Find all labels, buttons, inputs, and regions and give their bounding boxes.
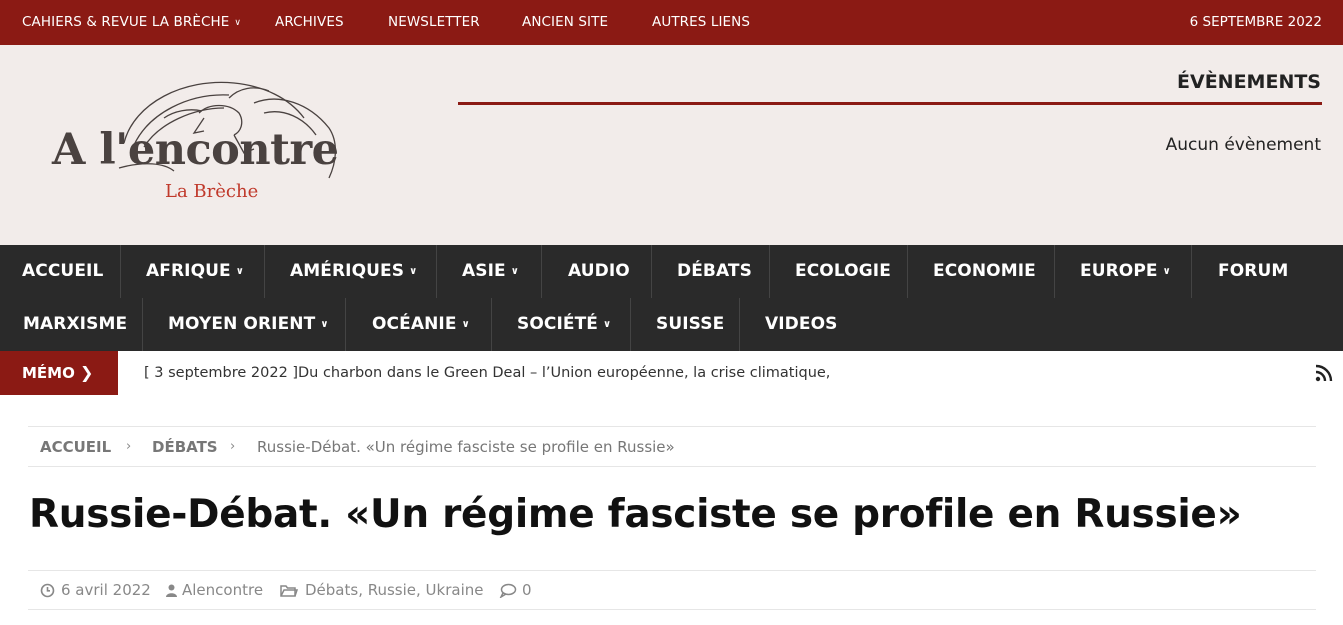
- post-comments-count[interactable]: 0: [522, 571, 532, 609]
- chevron-right-icon: ›: [230, 439, 236, 454]
- breadcrumb-home-link[interactable]: ACCUEIL: [40, 427, 111, 467]
- nav-item-debats[interactable]: DÉBATS: [677, 245, 752, 298]
- memo-date: [ 3 septembre 2022 ]: [144, 365, 299, 381]
- rss-icon[interactable]: [1315, 364, 1333, 382]
- site-logo[interactable]: A l'encontre La Brèche: [44, 73, 384, 213]
- divider: [651, 245, 652, 298]
- logo-title: A l'encontre: [52, 125, 339, 175]
- post-categories-link[interactable]: Débats, Russie, Ukraine: [305, 571, 483, 609]
- nav-item-forum[interactable]: FORUM: [1218, 245, 1288, 298]
- topbar-item-label: AUTRES LIENS: [652, 14, 751, 30]
- nav-item-label: ECONOMIE: [933, 261, 1036, 281]
- divider: [142, 298, 143, 351]
- topbar-item-label: ANCIEN SITE: [522, 14, 609, 30]
- topbar-item-ancien-site[interactable]: ANCIEN SITE: [522, 0, 608, 45]
- divider: [1054, 245, 1055, 298]
- divider: [739, 298, 740, 351]
- divider: [458, 102, 1322, 105]
- nav-item-label: DÉBATS: [677, 261, 752, 281]
- divider: [28, 609, 1316, 610]
- clock-icon: [40, 583, 55, 598]
- topbar-item-label: NEWSLETTER: [388, 14, 480, 30]
- nav-item-economie[interactable]: ECONOMIE: [933, 245, 1036, 298]
- nav-item-audio[interactable]: AUDIO: [568, 245, 630, 298]
- nav-item-afrique[interactable]: AFRIQUE ∨: [146, 245, 244, 298]
- nav-item-label: MARXISME: [23, 314, 128, 334]
- nav-item-label: VIDEOS: [765, 314, 838, 334]
- topbar-item-newsletter[interactable]: NEWSLETTER: [388, 0, 480, 45]
- nav-item-moyen-orient[interactable]: MOYEN ORIENT ∨: [168, 298, 329, 351]
- topbar-item-archives[interactable]: ARCHIVES: [275, 0, 344, 45]
- topbar-item-label: CAHIERS & REVUE LA BRÈCHE: [22, 14, 230, 30]
- topbar-item-label: ARCHIVES: [275, 14, 344, 30]
- topbar-item-cahiers[interactable]: CAHIERS & REVUE LA BRÈCHE ∨: [22, 0, 241, 45]
- breadcrumb-category-link[interactable]: DÉBATS: [152, 427, 218, 467]
- post-author-link[interactable]: Alencontre: [182, 571, 263, 609]
- nav-item-europe[interactable]: EUROPE ∨: [1080, 245, 1171, 298]
- logo-subtitle: La Brèche: [165, 181, 259, 202]
- divider: [436, 245, 437, 298]
- nav-item-label: SUISSE: [656, 314, 725, 334]
- chevron-right-icon: ›: [126, 439, 132, 454]
- chevron-right-icon: ❯: [80, 363, 94, 382]
- main-navigation: ACCUEIL AFRIQUE ∨ AMÉRIQUES ∨ ASIE ∨ AUDIO …: [0, 245, 1343, 351]
- current-date: 6 SEPTEMBRE 2022: [1189, 14, 1322, 30]
- divider: [345, 298, 346, 351]
- chevron-down-icon: ∨: [461, 319, 470, 330]
- nav-item-asie[interactable]: ASIE ∨: [462, 245, 519, 298]
- nav-item-label: SOCIÉTÉ: [517, 314, 599, 334]
- divider: [769, 245, 770, 298]
- chevron-down-icon: ∨: [510, 266, 519, 277]
- nav-item-label: AFRIQUE: [146, 261, 231, 281]
- nav-item-label: MOYEN ORIENT: [168, 314, 316, 334]
- comment-icon: [499, 583, 517, 598]
- chevron-down-icon: ∨: [409, 266, 418, 277]
- memo-label-text: MÉMO: [22, 364, 75, 382]
- nav-item-suisse[interactable]: SUISSE: [656, 298, 724, 351]
- nav-item-label: ACCUEIL: [22, 261, 104, 281]
- memo-ticker: MÉMO ❯ [ 3 septembre 2022 ] Du charbon d…: [0, 351, 1343, 395]
- divider: [264, 245, 265, 298]
- topbar-item-autres-liens[interactable]: AUTRES LIENS: [652, 0, 750, 45]
- memo-headline-link[interactable]: Du charbon dans le Green Deal – l’Union …: [298, 351, 830, 395]
- chevron-down-icon: ∨: [320, 319, 329, 330]
- nav-item-label: ECOLOGIE: [795, 261, 891, 281]
- events-heading: ÉVÈNEMENTS: [1177, 71, 1321, 93]
- events-empty-text: Aucun évènement: [1165, 135, 1321, 155]
- post-date[interactable]: 6 avril 2022: [61, 571, 151, 609]
- nav-item-label: OCÉANIE: [372, 314, 457, 334]
- memo-label: MÉMO ❯: [0, 351, 118, 395]
- divider: [541, 245, 542, 298]
- nav-item-ameriques[interactable]: AMÉRIQUES ∨: [290, 245, 417, 298]
- divider: [28, 466, 1316, 467]
- nav-item-label: AUDIO: [568, 261, 630, 281]
- nav-item-videos[interactable]: VIDEOS: [765, 298, 838, 351]
- nav-item-oceanie[interactable]: OCÉANIE ∨: [372, 298, 470, 351]
- user-icon: [166, 584, 177, 597]
- chevron-down-icon: ∨: [603, 319, 612, 330]
- nav-item-label: EUROPE: [1080, 261, 1158, 281]
- top-bar: CAHIERS & REVUE LA BRÈCHE ∨ ARCHIVES NEWS…: [0, 0, 1343, 45]
- nav-item-accueil[interactable]: ACCUEIL: [22, 245, 103, 298]
- nav-item-societe[interactable]: SOCIÉTÉ ∨: [517, 298, 611, 351]
- nav-item-label: AMÉRIQUES: [290, 261, 405, 281]
- chevron-down-icon: ∨: [1162, 266, 1171, 277]
- divider: [1191, 245, 1192, 298]
- nav-item-label: FORUM: [1218, 261, 1289, 281]
- divider: [907, 245, 908, 298]
- divider: [120, 245, 121, 298]
- site-header: A l'encontre La Brèche ÉVÈNEMENTS Aucun …: [0, 45, 1343, 245]
- nav-item-label: ASIE: [462, 261, 506, 281]
- breadcrumb-current: Russie-Débat. «Un régime fasciste se pro…: [257, 438, 675, 456]
- nav-item-marxisme[interactable]: MARXISME: [23, 298, 127, 351]
- divider: [630, 298, 631, 351]
- page-title: Russie-Débat. «Un régime fasciste se pro…: [29, 492, 1242, 537]
- divider: [491, 298, 492, 351]
- nav-item-ecologie[interactable]: ECOLOGIE: [795, 245, 891, 298]
- chevron-down-icon: ∨: [234, 18, 242, 28]
- chevron-down-icon: ∨: [235, 266, 244, 277]
- folder-icon: [280, 585, 298, 597]
